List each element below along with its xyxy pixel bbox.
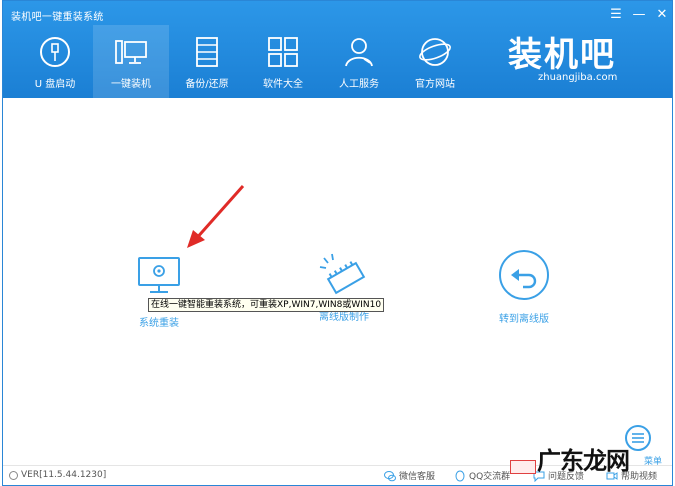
nav-item-support[interactable]: 人工服务: [321, 25, 397, 98]
brand-logo: 装机吧 zhuangjiba.com: [508, 27, 643, 89]
nav-item-website[interactable]: 官方网站: [397, 25, 473, 98]
logo-subtext: zhuangjiba.com: [538, 72, 618, 83]
main-nav: U 盘启动 一键装机 备份/还原 软件大全 人工服务 官方网站: [17, 25, 473, 98]
usb-icon: [40, 37, 70, 67]
watermark-text: 广东龙网: [537, 446, 630, 475]
nav-label: 人工服务: [339, 79, 379, 90]
qq-group-label: QQ交流群: [469, 472, 511, 482]
nav-label: U 盘启动: [34, 79, 76, 90]
app-window: 装机吧一键重装系统 ☰ — ✕ U 盘启动 一键装机 备份/还原 软件大全 人工…: [2, 0, 673, 486]
watermark-badge: [510, 460, 536, 474]
back-arrow-circle-icon: [499, 250, 549, 300]
window-title: 装机吧一键重装系统: [11, 12, 104, 23]
nav-label: 一键装机: [111, 79, 151, 90]
nav-item-backup-restore[interactable]: 备份/还原: [169, 25, 245, 98]
offline-version-button[interactable]: 离线版制作: [318, 250, 370, 323]
menu-lines-icon: [632, 433, 644, 443]
system-reinstall-button[interactable]: 系统重装: [136, 256, 182, 329]
wechat-support-label: 微信客服: [399, 472, 436, 482]
wechat-support-link[interactable]: 微信客服: [384, 469, 435, 482]
header-bar: 装机吧一键重装系统 ☰ — ✕ U 盘启动 一键装机 备份/还原 软件大全 人工…: [3, 1, 672, 98]
qq-icon: [455, 470, 465, 481]
computer-icon: [115, 40, 147, 64]
nav-item-one-click-install[interactable]: 一键装机: [93, 25, 169, 98]
nav-item-software[interactable]: 软件大全: [245, 25, 321, 98]
main-content: 系统重装 离线版制作 转到离线版 在线一键智能重装系统，可重装XP,WIN7,W…: [3, 98, 672, 467]
red-arrow-annotation: [187, 185, 245, 248]
system-reinstall-label: 系统重装: [139, 318, 179, 329]
qq-group-link[interactable]: QQ交流群: [454, 469, 510, 482]
reinstall-tooltip: 在线一键智能重装系统，可重装XP,WIN7,WIN8或WIN10: [148, 298, 385, 312]
version-text: VER[11.5.44.1230]: [21, 470, 107, 480]
nav-label: 备份/还原: [185, 79, 229, 90]
switch-offline-label: 转到离线版: [499, 314, 549, 325]
switch-offline-button[interactable]: 转到离线版: [497, 248, 551, 325]
support-person-icon: [345, 38, 373, 67]
globe-icon: [419, 38, 451, 66]
backup-icon: [196, 37, 218, 67]
nav-item-usb-boot[interactable]: U 盘启动: [17, 25, 93, 98]
info-icon: [9, 471, 18, 480]
nav-label: 官方网站: [415, 79, 455, 90]
logo-text: 装机吧: [508, 35, 616, 75]
network-card-icon: [319, 253, 366, 295]
apps-grid-icon: [268, 37, 298, 67]
wechat-icon: [384, 470, 396, 481]
monitor-gear-icon: [138, 257, 180, 293]
nav-label: 软件大全: [263, 79, 303, 90]
window-close-button[interactable]: ✕: [652, 5, 672, 23]
window-menu-button[interactable]: ☰: [606, 5, 626, 23]
window-minimize-button[interactable]: —: [629, 5, 649, 23]
